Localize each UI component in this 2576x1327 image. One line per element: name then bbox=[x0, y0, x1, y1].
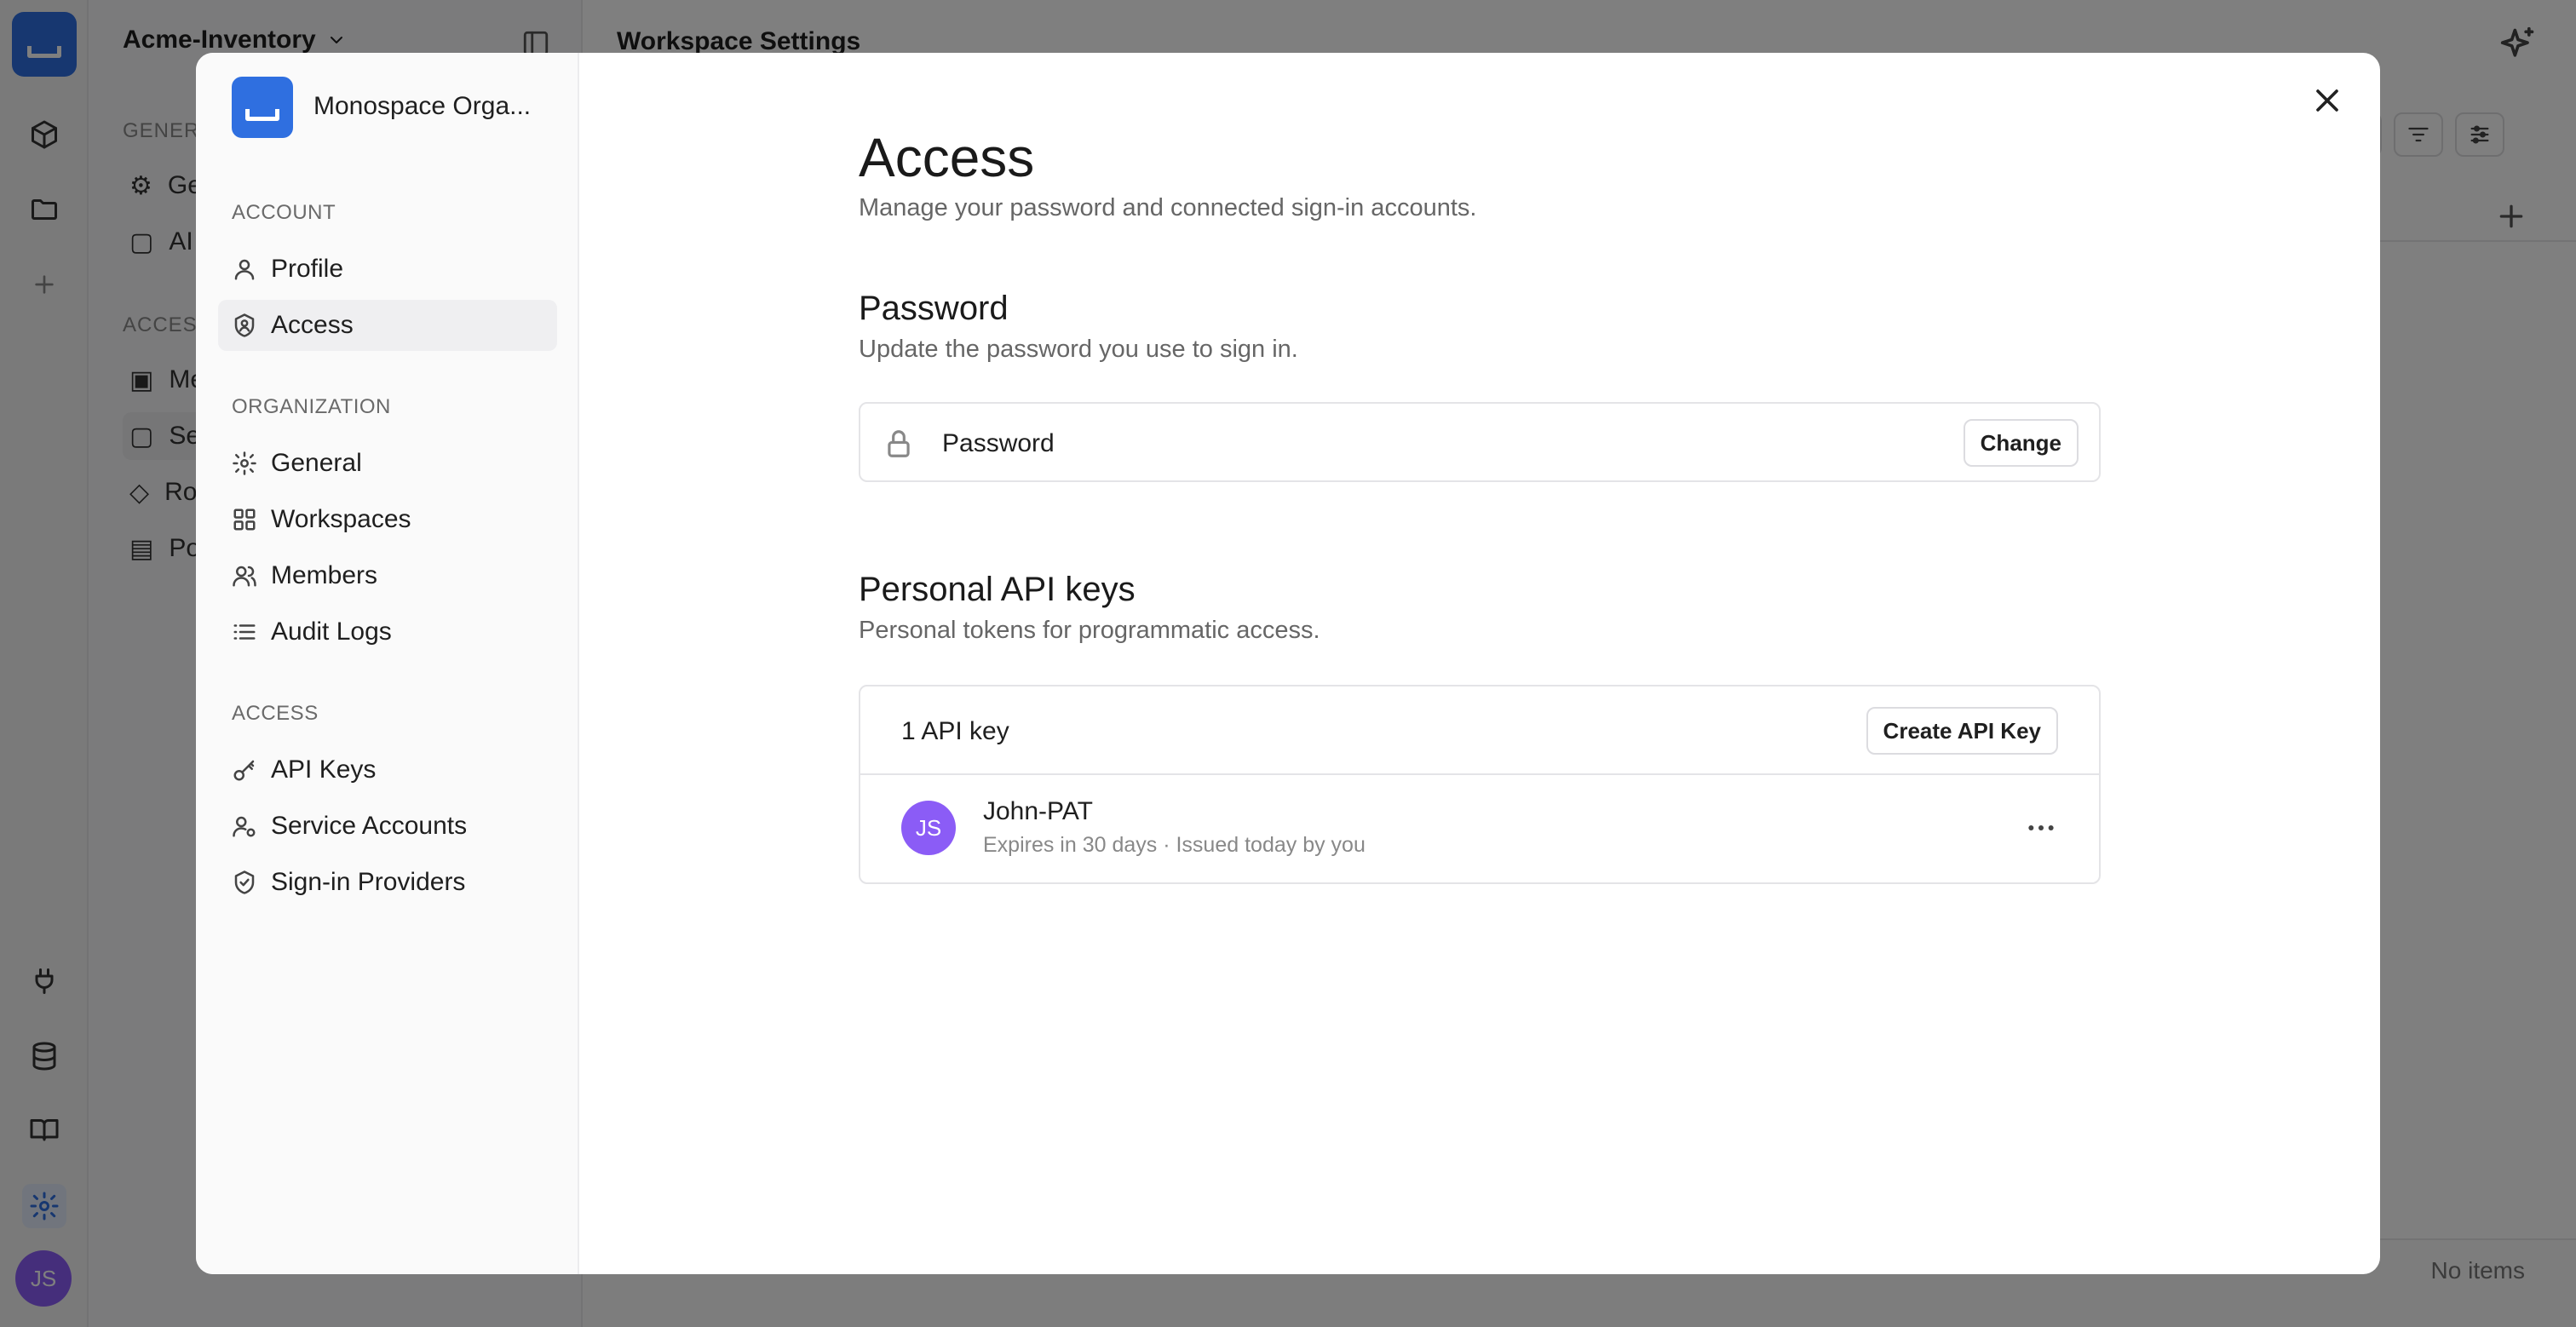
password-description: Update the password you use to sign in. bbox=[859, 336, 1298, 363]
api-keys-card: 1 API key Create API Key JS John-PAT Exp… bbox=[859, 685, 2101, 884]
page-subtitle: Manage your password and connected sign-… bbox=[859, 194, 1477, 221]
password-heading: Password bbox=[859, 290, 1009, 327]
user-icon bbox=[234, 259, 255, 280]
user-cog-icon bbox=[233, 816, 256, 837]
api-key-avatar: JS bbox=[901, 801, 956, 855]
key-icon bbox=[233, 760, 255, 781]
api-key-count: 1 API key bbox=[901, 717, 1009, 745]
nav-profile[interactable]: Profile bbox=[218, 244, 557, 295]
org-logo bbox=[232, 77, 293, 138]
api-key-meta: Expires in 30 days · Issued today by you bbox=[983, 833, 1366, 857]
modal-sidebar: Monospace Orga... ACCOUNT Profile Access… bbox=[196, 53, 579, 1274]
nav-api-keys[interactable]: API Keys bbox=[218, 744, 557, 796]
grid-icon bbox=[233, 508, 256, 531]
section-organization: ORGANIZATION bbox=[232, 395, 391, 418]
org-name[interactable]: Monospace Orga... bbox=[313, 92, 531, 121]
gear-icon bbox=[233, 451, 256, 475]
nav-audit-logs[interactable]: Audit Logs bbox=[218, 606, 557, 658]
settings-modal: Monospace Orga... ACCOUNT Profile Access… bbox=[196, 53, 2380, 1274]
shield-user-icon bbox=[234, 313, 255, 337]
nav-access[interactable]: Access bbox=[218, 300, 557, 351]
lock-icon bbox=[883, 428, 915, 460]
section-account: ACCOUNT bbox=[232, 201, 336, 224]
api-keys-description: Personal tokens for programmatic access. bbox=[859, 617, 1320, 644]
nav-general[interactable]: General bbox=[218, 438, 557, 489]
list-icon bbox=[233, 624, 256, 640]
nav-workspaces[interactable]: Workspaces bbox=[218, 494, 557, 545]
create-api-key-button[interactable]: Create API Key bbox=[1866, 707, 2058, 755]
api-keys-heading: Personal API keys bbox=[859, 571, 1136, 608]
nav-service-accounts[interactable]: Service Accounts bbox=[218, 801, 557, 852]
nav-signin-providers[interactable]: Sign-in Providers bbox=[218, 857, 557, 908]
page-title: Access bbox=[859, 127, 1035, 188]
nav-members[interactable]: Members bbox=[218, 550, 557, 601]
more-options-icon[interactable] bbox=[2024, 811, 2058, 845]
password-card: Password Change bbox=[859, 402, 2101, 482]
api-key-row[interactable]: JS John-PAT Expires in 30 days · Issued … bbox=[860, 775, 2099, 884]
change-password-button[interactable]: Change bbox=[1963, 419, 2079, 467]
api-keys-header: 1 API key Create API Key bbox=[860, 686, 2099, 775]
users-icon bbox=[233, 566, 256, 587]
api-key-name: John-PAT bbox=[983, 797, 1093, 825]
shield-check-icon bbox=[234, 870, 255, 894]
close-icon[interactable] bbox=[2309, 82, 2346, 119]
password-label: Password bbox=[942, 429, 1055, 457]
section-access: ACCESS bbox=[232, 702, 319, 725]
